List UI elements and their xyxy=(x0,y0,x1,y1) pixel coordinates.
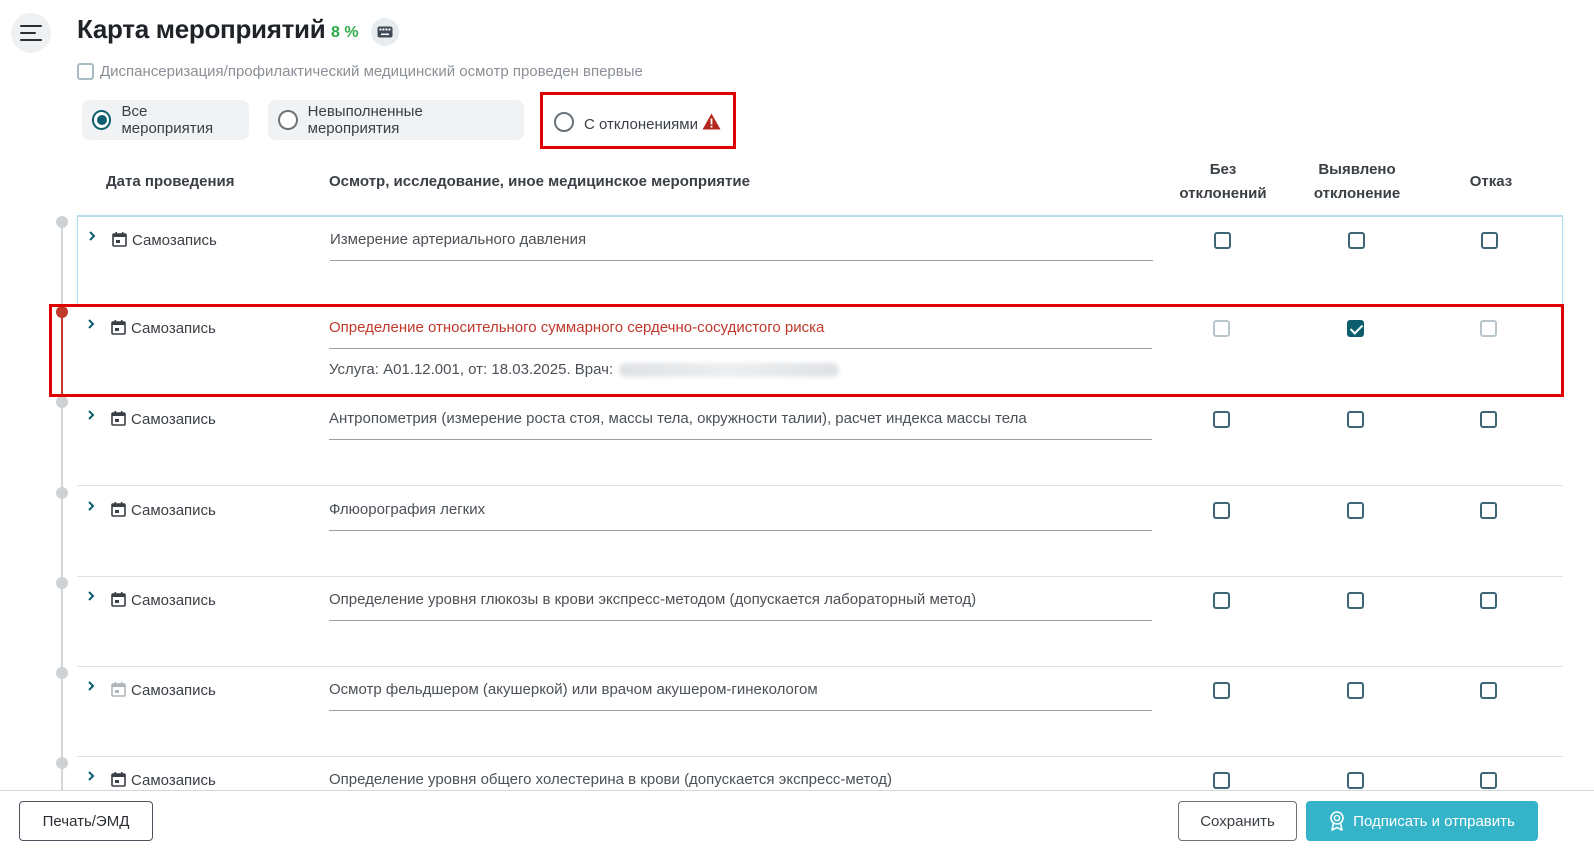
chevron-right-icon[interactable] xyxy=(86,681,96,691)
table-row[interactable]: Самозапись Флюорография легких xyxy=(77,487,1563,577)
calendar-icon xyxy=(111,320,126,335)
record-type: Самозапись xyxy=(131,320,216,337)
service-detail-text: Услуга: A01.12.001, от: 18.03.2025. Врач… xyxy=(329,361,614,378)
print-emd-button[interactable]: Печать/ЭМД xyxy=(19,801,153,841)
filter-deviations[interactable]: С отклонениями xyxy=(544,102,734,142)
chevron-right-icon[interactable] xyxy=(86,771,96,781)
event-name: Определение уровня глюкозы в крови экспр… xyxy=(329,591,1152,621)
event-name: Осмотр фельдшером (акушеркой) или врачом… xyxy=(329,681,1152,711)
refusal-checkbox[interactable] xyxy=(1480,592,1497,609)
timeline-dot xyxy=(56,396,68,408)
keyboard-icon[interactable] xyxy=(371,18,399,46)
no-deviation-checkbox[interactable] xyxy=(1213,411,1230,428)
record-type: Самозапись xyxy=(131,411,216,428)
menu-icon[interactable] xyxy=(11,13,51,53)
timeline-dot-deviation xyxy=(56,306,68,318)
chevron-right-icon[interactable] xyxy=(87,231,97,241)
column-no-deviation-line2: отклонений xyxy=(1179,185,1267,202)
record-type: Самозапись xyxy=(131,502,216,519)
refusal-checkbox[interactable] xyxy=(1480,411,1497,428)
table-row-deviation[interactable]: Самозапись Определение относительного су… xyxy=(77,305,1563,395)
event-name: Флюорография легких xyxy=(329,501,1152,531)
column-deviation: Выявлено отклонение xyxy=(1297,158,1417,206)
filter-all[interactable]: Все мероприятия xyxy=(82,100,249,140)
record-type: Самозапись xyxy=(132,232,217,249)
no-deviation-checkbox[interactable] xyxy=(1213,682,1230,699)
deviation-checkbox[interactable] xyxy=(1347,411,1364,428)
table-row[interactable]: Самозапись Осмотр фельдшером (акушеркой)… xyxy=(77,667,1563,757)
no-deviation-checkbox[interactable] xyxy=(1213,592,1230,609)
table-row[interactable]: Самозапись Измерение артериального давле… xyxy=(77,215,1563,305)
progress-percent: 8 % xyxy=(331,24,359,41)
calendar-icon xyxy=(111,682,126,697)
footer-bar: Печать/ЭМД Сохранить Подписать и отправи… xyxy=(0,790,1594,863)
deviation-checkbox[interactable] xyxy=(1347,592,1364,609)
warning-icon xyxy=(702,113,721,129)
no-deviation-checkbox[interactable] xyxy=(1213,502,1230,519)
calendar-icon xyxy=(111,772,126,787)
filter-deviations-radio[interactable] xyxy=(554,112,574,132)
chevron-right-icon[interactable] xyxy=(86,410,96,420)
sign-and-send-label: Подписать и отправить xyxy=(1353,812,1515,830)
filter-unfinished-radio[interactable] xyxy=(278,110,298,130)
table-row[interactable]: Самозапись Антропометрия (измерение рост… xyxy=(77,396,1563,486)
filter-all-label: Все мероприятия xyxy=(121,103,214,137)
timeline-dot xyxy=(56,216,68,228)
column-date: Дата проведения xyxy=(106,173,235,190)
refusal-checkbox[interactable] xyxy=(1480,320,1497,337)
chevron-right-icon[interactable] xyxy=(86,319,96,329)
deviation-checkbox[interactable] xyxy=(1347,502,1364,519)
table-row[interactable]: Самозапись Определение уровня глюкозы в … xyxy=(77,577,1563,667)
calendar-icon xyxy=(111,592,126,607)
filter-unfinished-label: Невыполненные мероприятия xyxy=(307,103,423,137)
chevron-right-icon[interactable] xyxy=(86,591,96,601)
timeline-dot xyxy=(56,487,68,499)
refusal-checkbox[interactable] xyxy=(1480,772,1497,789)
column-refusal: Отказ xyxy=(1469,173,1513,190)
service-detail: Услуга: A01.12.001, от: 18.03.2025. Врач… xyxy=(329,361,840,378)
timeline-line-deviation xyxy=(61,312,63,397)
sign-and-send-button[interactable]: Подписать и отправить xyxy=(1306,801,1538,841)
timeline-dot xyxy=(56,667,68,679)
page-title: Карта мероприятий xyxy=(77,14,326,44)
no-deviation-checkbox[interactable] xyxy=(1214,232,1231,249)
refusal-checkbox[interactable] xyxy=(1481,232,1498,249)
save-button[interactable]: Сохранить xyxy=(1178,801,1297,841)
record-type: Самозапись xyxy=(131,772,216,789)
deviation-checkbox[interactable] xyxy=(1347,682,1364,699)
refusal-checkbox[interactable] xyxy=(1480,502,1497,519)
calendar-icon xyxy=(111,411,126,426)
calendar-icon xyxy=(112,232,127,247)
column-no-deviation-line1: Без xyxy=(1209,161,1237,178)
column-deviation-line1: Выявлено xyxy=(1318,161,1396,178)
deviation-checkbox[interactable] xyxy=(1347,772,1364,789)
first-time-label: Диспансеризация/профилактический медицин… xyxy=(100,63,643,80)
filter-unfinished[interactable]: Невыполненные мероприятия xyxy=(268,100,524,140)
first-time-checkbox[interactable] xyxy=(77,63,94,80)
column-deviation-line2: отклонение xyxy=(1313,185,1401,202)
timeline-dot xyxy=(56,757,68,769)
certificate-icon xyxy=(1330,811,1344,831)
timeline-dot xyxy=(56,577,68,589)
first-time-checkbox-row[interactable]: Диспансеризация/профилактический медицин… xyxy=(77,63,643,80)
no-deviation-checkbox[interactable] xyxy=(1213,772,1230,789)
filter-deviations-label: С отклонениями xyxy=(584,115,698,133)
doctor-name-redacted xyxy=(619,362,840,377)
column-event: Осмотр, исследование, иное медицинское м… xyxy=(329,173,750,190)
no-deviation-checkbox[interactable] xyxy=(1213,320,1230,337)
event-name: Определение относительного суммарного се… xyxy=(329,319,1152,349)
event-name: Измерение артериального давления xyxy=(330,231,1153,261)
calendar-icon xyxy=(111,502,126,517)
record-type: Самозапись xyxy=(131,592,216,609)
column-no-deviation: Без отклонений xyxy=(1163,158,1283,206)
filter-all-radio[interactable] xyxy=(92,110,112,130)
deviation-checkbox[interactable] xyxy=(1348,232,1365,249)
chevron-right-icon[interactable] xyxy=(86,501,96,511)
record-type: Самозапись xyxy=(131,682,216,699)
refusal-checkbox[interactable] xyxy=(1480,682,1497,699)
event-name: Антропометрия (измерение роста стоя, мас… xyxy=(329,410,1152,440)
deviation-checkbox[interactable] xyxy=(1347,320,1364,337)
